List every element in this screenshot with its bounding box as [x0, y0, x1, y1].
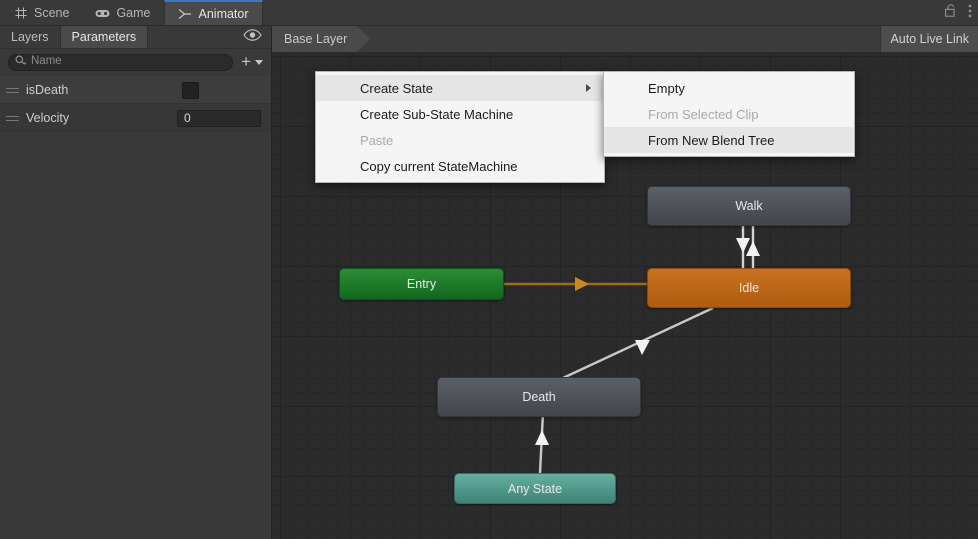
state-node-walk-label: Walk — [735, 199, 763, 213]
tab-animator-label: Animator — [198, 7, 249, 21]
submenu-item-empty-label: Empty — [648, 80, 685, 96]
state-node-entry[interactable]: Entry — [339, 268, 504, 300]
context-menu-item-copy-current-statemachine[interactable]: Copy current StateMachine — [316, 153, 604, 179]
panel-tab-parameters[interactable]: Parameters — [60, 26, 149, 48]
submenu-item-from-selected-clip: From Selected Clip — [604, 101, 854, 127]
state-node-idle[interactable]: Idle — [647, 268, 851, 308]
parameter-bool-checkbox[interactable] — [182, 81, 199, 99]
state-node-any-state-label: Any State — [507, 481, 563, 496]
transition-entry-to-idle — [504, 277, 647, 291]
submenu-item-from-selected-clip-label: From Selected Clip — [648, 106, 759, 122]
parameter-list: isDeath Velocity 0 — [0, 76, 271, 132]
state-node-idle-label: Idle — [738, 281, 760, 295]
gamepad-icon — [95, 6, 110, 21]
transition-death-to-idle — [562, 306, 714, 380]
grid-icon — [13, 6, 28, 21]
kebab-menu-icon[interactable] — [968, 4, 972, 23]
drag-handle-icon[interactable] — [6, 115, 20, 121]
tab-game-label: Game — [116, 6, 151, 20]
context-menu-item-create-sub-state-machine[interactable]: Create Sub-State Machine — [316, 101, 604, 127]
tab-game[interactable]: Game — [82, 0, 163, 26]
transition-idle-to-walk — [746, 226, 760, 268]
chevron-down-icon — [255, 59, 263, 65]
state-node-entry-label: Entry — [406, 277, 437, 291]
parameter-row-isdeath[interactable]: isDeath — [0, 76, 271, 104]
breadcrumb-base-layer[interactable]: Base Layer — [272, 26, 371, 52]
submenu-item-from-new-blend-tree-label: From New Blend Tree — [648, 132, 775, 148]
context-menu-item-paste-label: Paste — [360, 132, 394, 148]
tab-scene-label: Scene — [34, 6, 70, 20]
animator-window: Scene Game Animator Layers Parameters Na… — [0, 0, 978, 539]
tab-scene[interactable]: Scene — [0, 0, 82, 26]
animator-icon — [178, 7, 193, 22]
context-menu-item-create-state[interactable]: Create State — [316, 75, 604, 101]
auto-live-link-label: Auto Live Link — [890, 32, 969, 46]
parameter-search-row: Name + — [0, 49, 271, 99]
eye-icon — [243, 28, 262, 46]
submenu-item-from-new-blend-tree[interactable]: From New Blend Tree — [604, 127, 854, 153]
search-icon — [15, 53, 27, 71]
panel-tab-layers-label: Layers — [11, 30, 49, 44]
breadcrumb-bar: Base Layer Auto Live Link — [272, 26, 978, 53]
auto-live-link-button[interactable]: Auto Live Link — [880, 26, 978, 52]
panel-tab-layers[interactable]: Layers — [0, 26, 61, 48]
state-node-death-label: Death — [522, 390, 556, 404]
parameter-name-label: Velocity — [26, 111, 70, 125]
parameter-name-label: isDeath — [26, 83, 69, 97]
panel-tab-strip: Layers Parameters — [0, 26, 271, 49]
state-node-any-state[interactable]: Any State — [454, 473, 616, 504]
chevron-right-icon — [586, 84, 591, 92]
breadcrumb-base-layer-label: Base Layer — [284, 32, 348, 46]
context-menu[interactable]: Create State Create Sub-State Machine Pa… — [315, 71, 605, 183]
transition-anystate-to-death — [535, 412, 549, 474]
state-node-death[interactable]: Death — [437, 377, 641, 417]
search-input-placeholder: Name — [31, 55, 62, 68]
drag-handle-icon[interactable] — [6, 87, 20, 93]
parameters-panel: Layers Parameters Name + isDeath Velocit… — [0, 26, 272, 539]
window-controls — [945, 0, 972, 26]
breadcrumb-chevron-icon — [357, 26, 371, 52]
tab-animator[interactable]: Animator — [163, 0, 263, 26]
search-input[interactable]: Name — [8, 53, 234, 71]
context-menu-item-create-sub-state-machine-label: Create Sub-State Machine — [360, 106, 514, 122]
state-node-walk[interactable]: Walk — [647, 186, 851, 226]
panel-tab-parameters-label: Parameters — [71, 30, 137, 44]
lock-icon[interactable] — [945, 4, 957, 22]
layer-visibility-toggle[interactable] — [243, 26, 262, 48]
transition-walk-to-idle — [736, 226, 750, 268]
row-divider — [0, 131, 271, 132]
parameter-row-velocity[interactable]: Velocity 0 — [0, 104, 271, 132]
plus-icon: + — [241, 52, 251, 71]
add-parameter-button[interactable]: + — [241, 52, 263, 71]
parameter-float-field[interactable]: 0 — [177, 109, 261, 127]
submenu-item-empty[interactable]: Empty — [604, 75, 854, 101]
context-menu-item-paste: Paste — [316, 127, 604, 153]
create-state-submenu[interactable]: Empty From Selected Clip From New Blend … — [603, 71, 855, 157]
context-menu-item-copy-current-statemachine-label: Copy current StateMachine — [360, 158, 518, 174]
context-menu-item-create-state-label: Create State — [360, 80, 433, 96]
window-tab-bar: Scene Game Animator — [0, 0, 978, 26]
